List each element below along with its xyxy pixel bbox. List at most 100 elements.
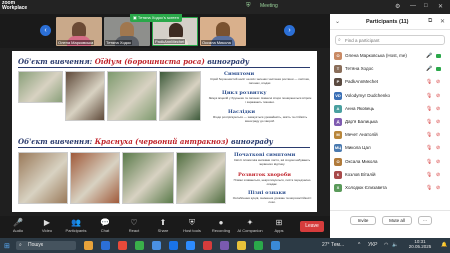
camera-off-icon[interactable]: ⊘ — [436, 185, 440, 191]
notification-icon[interactable]: 🔔 — [441, 242, 447, 248]
toolbar-video-button[interactable]: ▶ Video — [33, 218, 61, 236]
paragraph: Зимує міцелій у бруньках та пагонах. Нав… — [208, 96, 312, 104]
toolbar-chat-button[interactable]: 💬 Chat — [91, 218, 119, 236]
participant-row[interactable]: P PadkAnnMechet 🎙 ⊘ — [330, 76, 450, 88]
disease-photo — [159, 71, 201, 121]
toolbar-audio-button[interactable]: 🎤 Audio — [4, 218, 32, 236]
participant-row[interactable]: К Козлов Віталій 🎙 ⊘ — [330, 169, 450, 181]
toolbar-label: Apps — [274, 228, 284, 233]
toolbar-apps-button[interactable]: ⊞ Apps — [265, 218, 293, 236]
camera-on-icon[interactable] — [436, 67, 441, 72]
toolbar-react-button[interactable]: ♡ React — [120, 218, 148, 236]
toolbar-label: React — [128, 228, 140, 233]
title-bar: zoom Workplace ⛨ Meeting ⚙ — □ ✕ — [0, 0, 450, 14]
participant-row[interactable]: А Анна Яковець 🎙 ⊘ — [330, 103, 450, 115]
taskbar-app-icon[interactable] — [186, 241, 195, 250]
clock[interactable]: 10:31 20.05.2025 — [402, 239, 438, 249]
participant-row[interactable]: О Олена Марковська (Host, me) 🎤 — [330, 50, 450, 62]
participant-row[interactable]: Х Холодюк Єлизавета 🎙 ⊘ — [330, 182, 450, 194]
participant-row[interactable]: Т Тетяна Ходос 🎤 — [330, 63, 450, 75]
camera-off-icon[interactable]: ⊘ — [436, 172, 440, 178]
video-tile[interactable]: Олена Марковська — [56, 17, 102, 46]
taskbar-app-icon[interactable] — [101, 241, 110, 250]
close-icon[interactable]: ✕ — [438, 3, 443, 10]
mic-muted-icon[interactable]: 🎙 — [426, 159, 432, 165]
tray-chevron-icon[interactable]: ^ — [358, 242, 360, 248]
chevron-left-icon[interactable]: ‹ — [40, 25, 51, 36]
volume-icon[interactable]: 🔈 — [392, 242, 398, 248]
taskbar-app-icon[interactable] — [254, 241, 263, 250]
language-indicator[interactable]: УКР — [368, 242, 377, 248]
camera-off-icon[interactable]: ⊘ — [436, 119, 440, 125]
participant-row[interactable]: М Мечет Анатолій 🎙 ⊘ — [330, 129, 450, 141]
taskbar-app-icon[interactable] — [84, 241, 93, 250]
mic-muted-icon[interactable]: 🎙 — [426, 106, 432, 112]
wifi-icon[interactable]: ◠ — [384, 242, 388, 248]
toolbar-host-tools-button[interactable]: ⛨ Host tools — [178, 218, 206, 236]
mic-muted-icon[interactable]: 🎙 — [426, 172, 432, 178]
camera-on-icon[interactable] — [436, 54, 441, 58]
windows-start-icon[interactable]: ⊞ — [4, 242, 10, 250]
disease-photo — [18, 152, 68, 204]
disease-photo — [65, 71, 105, 121]
video-tile[interactable]: Оксала Микола — [200, 17, 246, 46]
taskbar-app-icon[interactable] — [220, 241, 229, 250]
search-input[interactable] — [345, 37, 443, 44]
camera-off-icon[interactable]: ⊘ — [436, 93, 440, 99]
mic-muted-icon[interactable]: 🎙 — [426, 145, 432, 151]
close-icon[interactable]: ✕ — [440, 18, 445, 25]
weather-widget[interactable]: 27° Тем... — [322, 242, 344, 248]
section2-title: Об'єкт вивчення: Краснуха (червоний антр… — [18, 137, 273, 146]
taskbar-search-label: Пошук — [28, 242, 44, 248]
avatar: О — [334, 52, 342, 60]
minimize-icon[interactable]: — — [410, 3, 416, 9]
toolbar-participants-button[interactable]: 👥 Participants — [62, 218, 90, 236]
participant-row[interactable]: Д Дар'я Балицька 🎙 ⊘ — [330, 116, 450, 128]
taskbar-app-icon[interactable] — [135, 241, 144, 250]
camera-off-icon[interactable]: ⊘ — [436, 132, 440, 138]
taskbar-app-icon[interactable] — [237, 241, 246, 250]
taskbar-app-icon[interactable] — [169, 241, 178, 250]
mute-all-button[interactable]: Mute all — [382, 216, 412, 225]
participant-search[interactable]: ⌕ — [335, 35, 445, 45]
invite-button[interactable]: Invite — [350, 216, 376, 225]
toolbar-label: AI Companion — [237, 228, 263, 233]
disease-photo — [176, 152, 226, 204]
participant-row[interactable]: О Оксала Микола 🎙 ⊘ — [330, 156, 450, 168]
chevron-down-icon[interactable]: ⌄ — [335, 18, 340, 25]
toolbar-label: Participants — [65, 228, 87, 233]
paragraph: Плями зливаються, некротизуються, листя … — [233, 178, 311, 186]
mic-muted-icon[interactable]: 🎙 — [426, 93, 432, 99]
participant-row[interactable]: VD Volodymyr Dudchenko 🎙 ⊘ — [330, 90, 450, 102]
toolbar-share-button[interactable]: ⬆ Share — [149, 218, 177, 236]
maximize-icon[interactable]: □ — [424, 3, 428, 9]
camera-off-icon[interactable]: ⊘ — [436, 106, 440, 112]
camera-off-icon[interactable]: ⊘ — [436, 159, 440, 165]
camera-off-icon[interactable]: ⊘ — [436, 145, 440, 151]
toolbar-recording-button[interactable]: ● Recording — [207, 218, 235, 236]
tile-name: Оксала Микола — [201, 40, 232, 45]
video-strip: ‹ Олена Марковська Тетяна Ходос PadkAnnM… — [0, 14, 330, 48]
mic-on-icon[interactable]: 🎤 — [426, 53, 432, 59]
taskbar-app-icon[interactable] — [118, 241, 127, 250]
more-icon[interactable]: ··· — [418, 216, 432, 225]
participant-row[interactable]: МЦ Микола Цал 🎙 ⊘ — [330, 142, 450, 154]
taskbar-app-icon[interactable] — [152, 241, 161, 250]
camera-off-icon[interactable]: ⊘ — [436, 79, 440, 85]
toolbar-ai-companion-button[interactable]: ✦ AI Companion — [236, 218, 264, 236]
mic-muted-icon[interactable]: 🎙 — [426, 79, 432, 85]
leave-button[interactable]: Leave — [300, 221, 324, 232]
shared-screen-badge[interactable]: ▣ Тетяна Ходос's screen — [130, 14, 182, 22]
mic-muted-icon[interactable]: 🎙 — [426, 185, 432, 191]
mic-on-icon[interactable]: 🎤 — [426, 66, 432, 72]
section1-title: Об'єкт вивчення: Оїдіум (борошниста роса… — [18, 57, 250, 66]
taskbar-app-icon[interactable] — [203, 241, 212, 250]
popout-icon[interactable]: ⧉ — [428, 18, 432, 25]
taskbar-search[interactable]: ⌕ Пошук — [16, 241, 76, 250]
settings-icon[interactable]: ⚙ — [395, 3, 400, 10]
taskbar-app-icon[interactable] — [271, 241, 280, 250]
windows-taskbar: ⊞ ⌕ Пошук 27° Тем... ^ УКР ◠ 🔈 10:31 20.… — [0, 238, 450, 253]
chevron-right-icon[interactable]: › — [284, 25, 295, 36]
mic-muted-icon[interactable]: 🎙 — [426, 132, 432, 138]
mic-muted-icon[interactable]: 🎙 — [426, 119, 432, 125]
